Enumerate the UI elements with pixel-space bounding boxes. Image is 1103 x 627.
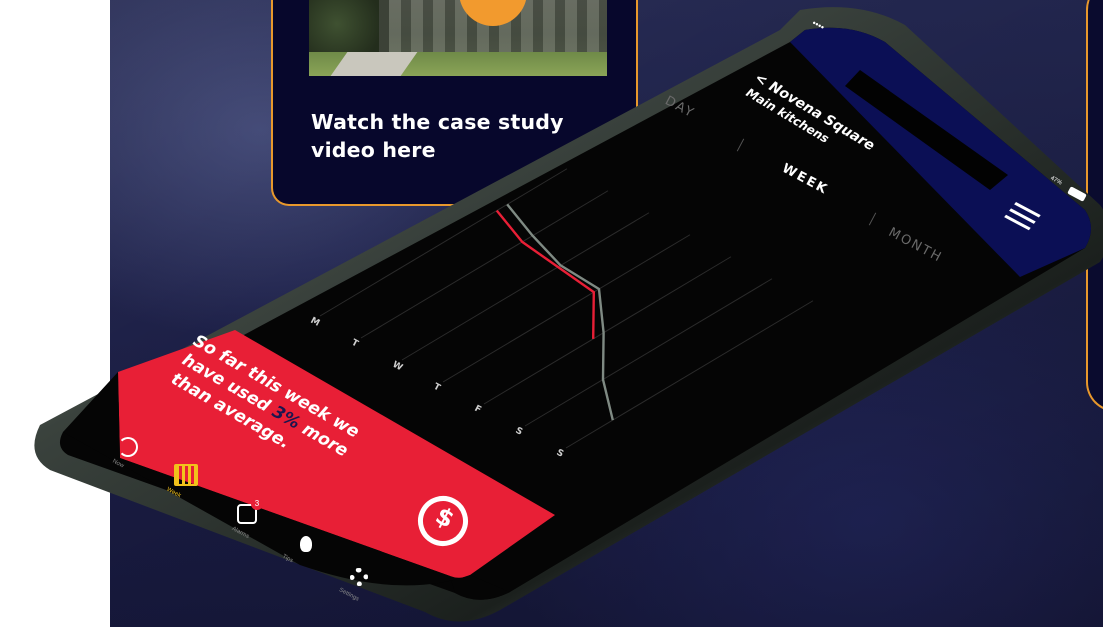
alarm-badge: 3: [251, 498, 263, 510]
chart-day-label: W: [391, 360, 405, 374]
chart-day-label: S: [514, 426, 524, 438]
chart-gridline: [483, 256, 732, 405]
chart-gridline: [360, 190, 609, 339]
nav-settings[interactable]: Settings: [338, 562, 386, 603]
lightbulb-icon: [300, 536, 312, 552]
chart-day-label: T: [350, 338, 361, 350]
nav-label-now: Now: [111, 458, 125, 470]
gear-icon: [350, 568, 368, 586]
chart-gridline: [442, 234, 691, 383]
chart-gridline: [524, 278, 773, 427]
usage-chart: M T W T F S S: [309, 168, 814, 460]
nav-now[interactable]: Now: [111, 435, 152, 475]
gauge-icon: [118, 437, 138, 457]
nav-alarms[interactable]: 3 Alarms: [231, 498, 275, 540]
chart-gridline: [401, 212, 650, 361]
calendar-icon: [174, 464, 198, 486]
chart-gridline: [319, 168, 568, 317]
chart-day-label: T: [432, 382, 443, 394]
chart-day-label: M: [309, 316, 322, 329]
chart-day-label: S: [555, 448, 565, 460]
nav-week[interactable]: Week: [165, 462, 212, 502]
chart-day-label: F: [473, 404, 483, 416]
nav-tips[interactable]: Tips: [281, 530, 334, 570]
